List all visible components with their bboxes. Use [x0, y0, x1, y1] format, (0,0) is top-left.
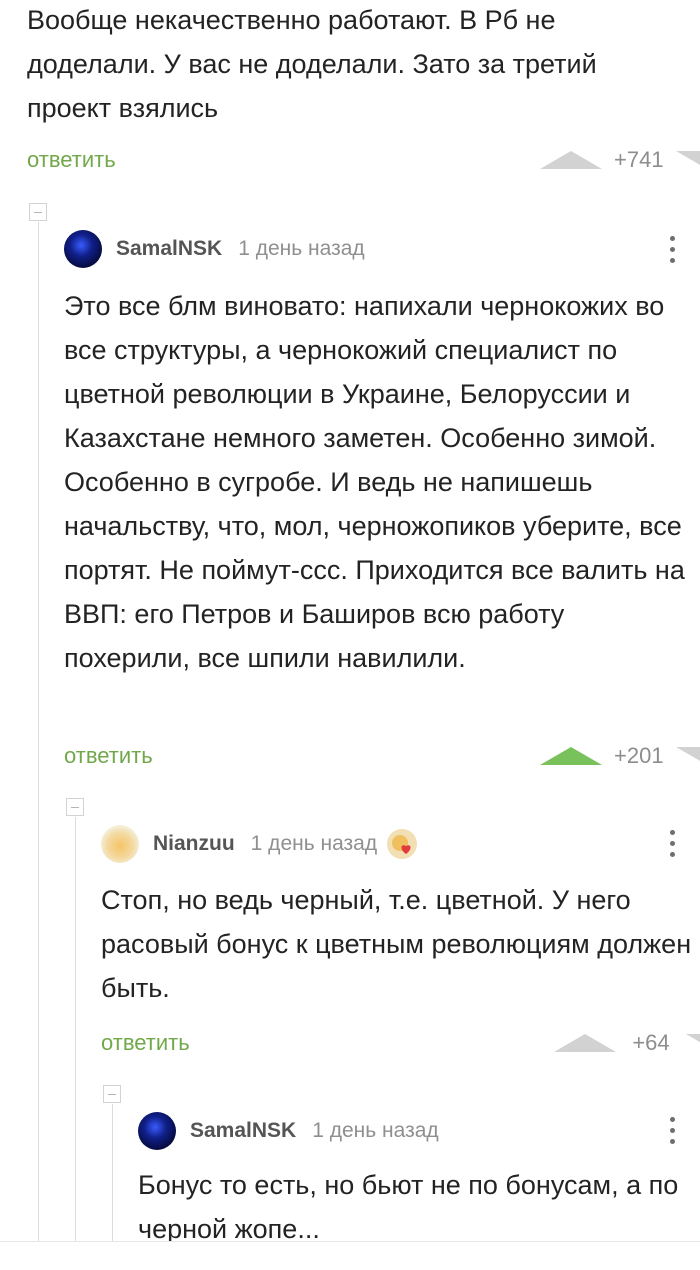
upvote-icon[interactable] — [554, 1034, 616, 1052]
heart-badge-icon[interactable] — [385, 827, 419, 861]
more-options-icon[interactable] — [670, 236, 676, 266]
comment-1-text: Вообще некачественно работают. В Рб не д… — [27, 5, 597, 123]
timestamp[interactable]: 1 день назад — [238, 237, 364, 261]
comment-3-text: Стоп, но ведь черный, т.е. цветной. У не… — [101, 885, 692, 1003]
comments-page: Вообще некачественно работают. В Рб не д… — [0, 0, 700, 1270]
upvote-icon[interactable] — [540, 747, 602, 765]
thread-line-1 — [38, 222, 39, 1241]
more-options-icon[interactable] — [670, 830, 676, 860]
downvote-icon[interactable] — [686, 1034, 700, 1052]
timestamp[interactable]: 1 день назад — [312, 1119, 438, 1143]
reply-button-3[interactable]: ответить — [101, 1029, 190, 1057]
vote-count-2: +201 — [614, 743, 664, 768]
avatar[interactable] — [101, 825, 139, 863]
comment-4-clip: Бонус то есть, но бьют не по бонусам, а … — [138, 1163, 698, 1241]
vote-widget-3: +64 — [554, 1028, 700, 1058]
collapse-minus-icon[interactable] — [66, 798, 84, 816]
username[interactable]: SamalNSK — [116, 237, 222, 261]
comment-3-header: Nianzuu 1 день назад — [101, 824, 419, 864]
avatar[interactable] — [64, 230, 102, 268]
comment-4-text: Бонус то есть, но бьют не по бонусам, а … — [138, 1170, 679, 1241]
collapse-minus-icon[interactable] — [103, 1085, 121, 1103]
more-options-icon[interactable] — [670, 1117, 676, 1147]
collapse-minus-icon[interactable] — [29, 203, 47, 221]
timestamp[interactable]: 1 день назад — [251, 832, 377, 856]
downvote-icon[interactable] — [675, 151, 700, 169]
thread-line-3 — [112, 1104, 113, 1241]
comment-2-text: Это все блм виновато: напихали чернокожи… — [64, 291, 685, 673]
username[interactable]: Nianzuu — [153, 832, 235, 856]
vote-count-1: +741 — [614, 147, 664, 172]
upvote-icon[interactable] — [540, 151, 602, 169]
downvote-icon[interactable] — [675, 747, 700, 765]
comment-2-header: SamalNSK 1 день назад — [64, 229, 365, 269]
avatar[interactable] — [138, 1112, 176, 1150]
vote-widget-1: +741 — [540, 145, 700, 175]
vote-count-3: +64 — [632, 1030, 670, 1055]
username[interactable]: SamalNSK — [190, 1119, 296, 1143]
vote-widget-2: +201 — [540, 741, 700, 771]
thread-line-2 — [75, 817, 76, 1241]
viewport-divider — [0, 1241, 700, 1242]
reply-button-1[interactable]: ответить — [27, 146, 116, 174]
comment-4-header: SamalNSK 1 день назад — [138, 1111, 439, 1151]
reply-button-2[interactable]: ответить — [64, 742, 153, 770]
